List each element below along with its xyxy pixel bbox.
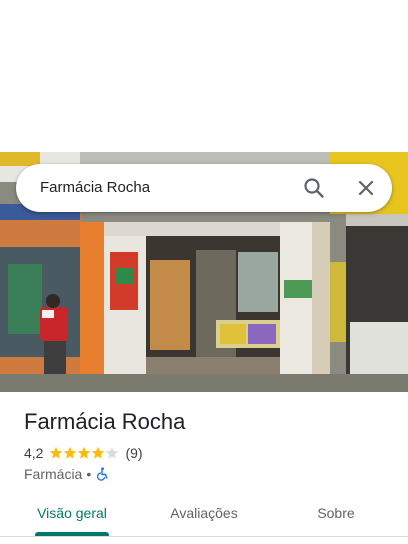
search-bar[interactable]: Farmácia Rocha [16, 164, 392, 212]
tab-reviews[interactable]: Avaliações [154, 496, 254, 532]
wheelchair-icon [95, 467, 109, 481]
close-icon[interactable] [352, 174, 380, 202]
tab-bar: Visão geral Avaliações Sobre [0, 496, 408, 536]
star-empty-icon [106, 446, 119, 459]
star-filled-icon [78, 446, 91, 459]
tab-divider [0, 536, 408, 537]
place-title: Farmácia Rocha [24, 409, 186, 434]
search-input[interactable]: Farmácia Rocha [40, 164, 150, 212]
rating-value: 4,2 [24, 445, 44, 461]
review-count[interactable]: (9) [125, 445, 142, 461]
star-filled-icon [50, 446, 63, 459]
separator-dot: • [86, 466, 92, 482]
category-label: Farmácia [24, 466, 83, 482]
search-icon[interactable] [300, 174, 328, 202]
star-filled-icon [92, 446, 105, 459]
blank-header-area [0, 0, 408, 152]
tab-about[interactable]: Sobre [300, 496, 372, 532]
star-filled-icon [64, 446, 77, 459]
tab-overview[interactable]: Visão geral [22, 496, 122, 532]
star-rating [49, 446, 119, 460]
rating-row[interactable]: 4,2 (9) [24, 444, 143, 462]
category-row: Farmácia • [24, 465, 109, 483]
